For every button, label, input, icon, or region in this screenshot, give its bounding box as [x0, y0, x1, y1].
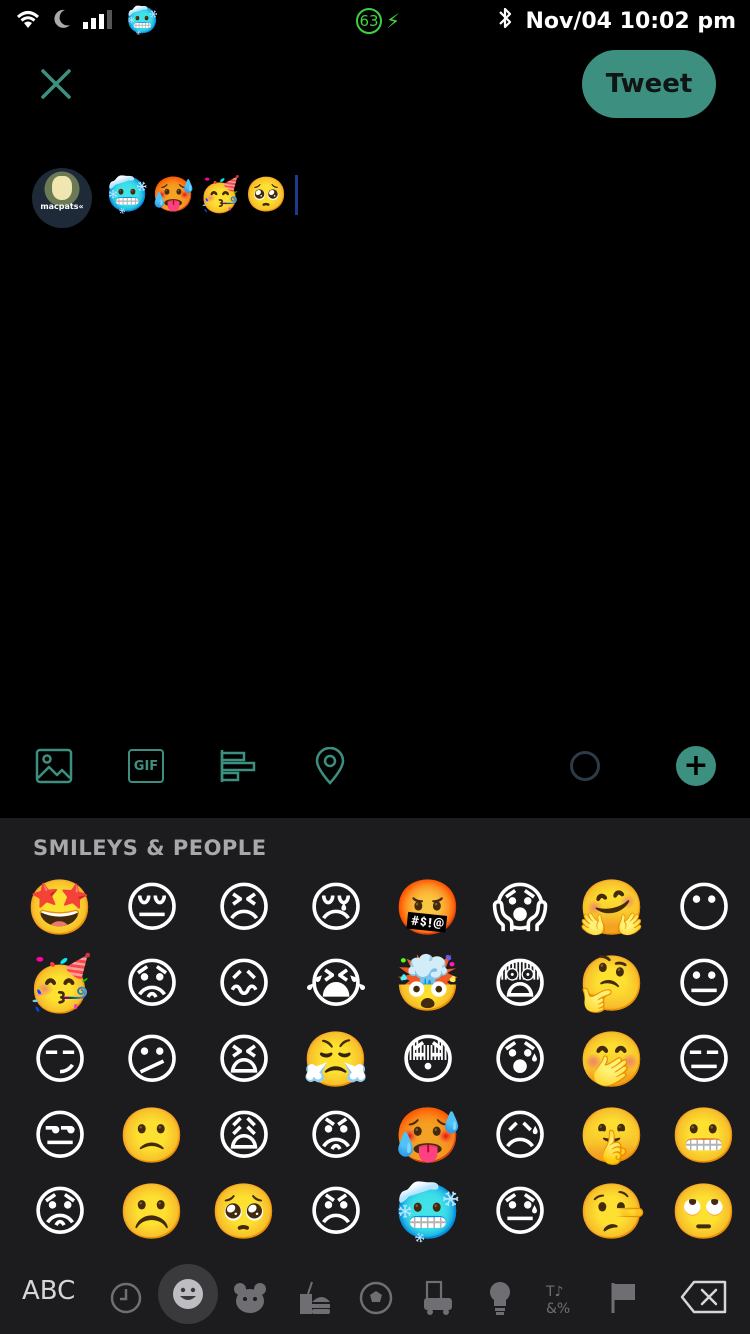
emoji-key[interactable]: 😤: [290, 1022, 382, 1098]
moon-icon: [52, 8, 72, 34]
symbols-icon[interactable]: T♪ &%: [542, 1278, 582, 1318]
emoji-key[interactable]: 😟: [14, 1174, 106, 1250]
backspace-icon: [680, 1280, 727, 1314]
emoji-key[interactable]: 🤥: [566, 1174, 658, 1250]
smiley-category-button[interactable]: [158, 1264, 218, 1324]
emoji-key[interactable]: 🥺: [198, 1174, 290, 1250]
add-thread-button[interactable]: +: [676, 746, 716, 786]
status-bar: 🥶 63 ⚡ Nov/04 10:02 pm: [0, 0, 750, 44]
charging-bolt-icon: ⚡: [386, 9, 401, 33]
avatar-face: [52, 176, 72, 200]
gif-icon: GIF: [128, 749, 164, 783]
emoji-key[interactable]: 🙄: [658, 1174, 750, 1250]
tweet-input[interactable]: 🥶🥵🥳🥺: [106, 172, 299, 218]
emoji-key[interactable]: 🥶: [382, 1174, 474, 1250]
emoji-key[interactable]: 😶: [658, 870, 750, 946]
emoji-key[interactable]: 😫: [198, 1022, 290, 1098]
avatar-text: macpats«: [40, 202, 84, 211]
emoji-key[interactable]: 🥳: [14, 946, 106, 1022]
emoji-key[interactable]: 😱: [474, 870, 566, 946]
emoji-key[interactable]: 😏: [14, 1022, 106, 1098]
location-button[interactable]: [310, 746, 350, 786]
close-icon: [41, 69, 71, 99]
abc-button[interactable]: ABC: [22, 1276, 75, 1306]
location-icon: [315, 747, 345, 785]
text-caret: [295, 175, 299, 215]
flag-icon[interactable]: [604, 1278, 644, 1318]
emoji-key[interactable]: 😑: [658, 1022, 750, 1098]
avatar[interactable]: macpats«: [32, 168, 92, 228]
recent-icon[interactable]: [106, 1278, 146, 1318]
emoji-key[interactable]: 😬: [658, 1098, 750, 1174]
emoji-key[interactable]: 😰: [474, 1022, 566, 1098]
emoji-key[interactable]: 🙁: [106, 1098, 198, 1174]
emoji-key[interactable]: 🤩: [14, 870, 106, 946]
progress-ring: [570, 751, 600, 781]
emoji-key[interactable]: 😥: [474, 1098, 566, 1174]
emoji-key[interactable]: 🤗: [566, 870, 658, 946]
wifi-icon: [14, 8, 42, 34]
backspace-button[interactable]: [680, 1280, 728, 1314]
emoji-key[interactable]: 😨: [474, 946, 566, 1022]
bluetooth-icon: [497, 6, 513, 36]
image-icon: [35, 748, 73, 784]
smiley-icon: [173, 1279, 203, 1309]
emoji-key[interactable]: 😩: [198, 1098, 290, 1174]
animal-icon[interactable]: [230, 1278, 270, 1318]
emoji-key[interactable]: ☹️: [106, 1174, 198, 1250]
image-button[interactable]: [34, 746, 74, 786]
status-emoji: 🥶: [126, 6, 159, 36]
emoji-key[interactable]: 🤬: [382, 870, 474, 946]
character-count-ring: [565, 746, 605, 786]
emoji-key[interactable]: 😟: [106, 946, 198, 1022]
emoji-key[interactable]: 😠: [290, 1174, 382, 1250]
objects-icon[interactable]: [480, 1278, 520, 1318]
emoji-keyboard: SMILEYS & PEOPLE 🤩 😔 😣 😢 🤬 😱 🤗 😶 🥳 😟 😖 😭 🤯 😨 🤔 😐 😏 😕 😫 😤 😳 😰 🤭…: [0, 818, 750, 1334]
emoji-key[interactable]: 😭: [290, 946, 382, 1022]
battery-indicator: 63 ⚡: [356, 6, 400, 36]
emoji-key[interactable]: 😕: [106, 1022, 198, 1098]
activity-icon[interactable]: [356, 1278, 396, 1318]
travel-icon[interactable]: [418, 1278, 458, 1318]
emoji-key[interactable]: 🤭: [566, 1022, 658, 1098]
poll-icon: [220, 750, 256, 782]
add-icon: +: [676, 746, 716, 786]
emoji-key[interactable]: 😔: [106, 870, 198, 946]
emoji-key[interactable]: 😣: [198, 870, 290, 946]
emoji-key[interactable]: 🤯: [382, 946, 474, 1022]
emoji-key[interactable]: 😢: [290, 870, 382, 946]
close-button[interactable]: [36, 64, 76, 104]
emoji-key[interactable]: 🤔: [566, 946, 658, 1022]
emoji-key[interactable]: 😡: [290, 1098, 382, 1174]
poll-button[interactable]: [218, 746, 258, 786]
status-right: Nov/04 10:02 pm: [497, 6, 736, 36]
battery-percent: 63: [356, 8, 382, 34]
food-icon[interactable]: [294, 1278, 334, 1318]
emoji-key[interactable]: 😒: [14, 1098, 106, 1174]
compose-toolbar: GIF +: [0, 740, 750, 796]
status-time: Nov/04 10:02 pm: [525, 8, 736, 34]
emoji-key[interactable]: 😓: [474, 1174, 566, 1250]
emoji-key[interactable]: 🥵: [382, 1098, 474, 1174]
emoji-key[interactable]: 🤫: [566, 1098, 658, 1174]
svg-text:T♪: T♪: [545, 1284, 564, 1300]
signal-icon: [82, 8, 116, 34]
keyboard-category-bar: ABC T♪ &%: [0, 1262, 750, 1334]
emoji-key[interactable]: 😐: [658, 946, 750, 1022]
tweet-input-text: 🥶🥵🥳🥺: [106, 175, 292, 215]
emoji-grid: 🤩 😔 😣 😢 🤬 😱 🤗 😶 🥳 😟 😖 😭 🤯 😨 🤔 😐 😏 😕 😫 😤 😳 😰 🤭 😑 😒 🙁 😩 😡 🥵 😥 🤫 😬 😟 ☹️ 🥺 😠 🥶 😓 🤥…: [14, 870, 737, 1250]
gif-button[interactable]: GIF: [126, 746, 166, 786]
status-left: 🥶: [14, 6, 158, 36]
category-title: SMILEYS & PEOPLE: [33, 836, 267, 860]
emoji-key[interactable]: 😳: [382, 1022, 474, 1098]
tweet-button[interactable]: Tweet: [582, 50, 716, 118]
emoji-key[interactable]: 😖: [198, 946, 290, 1022]
svg-text:&%: &%: [546, 1301, 570, 1316]
